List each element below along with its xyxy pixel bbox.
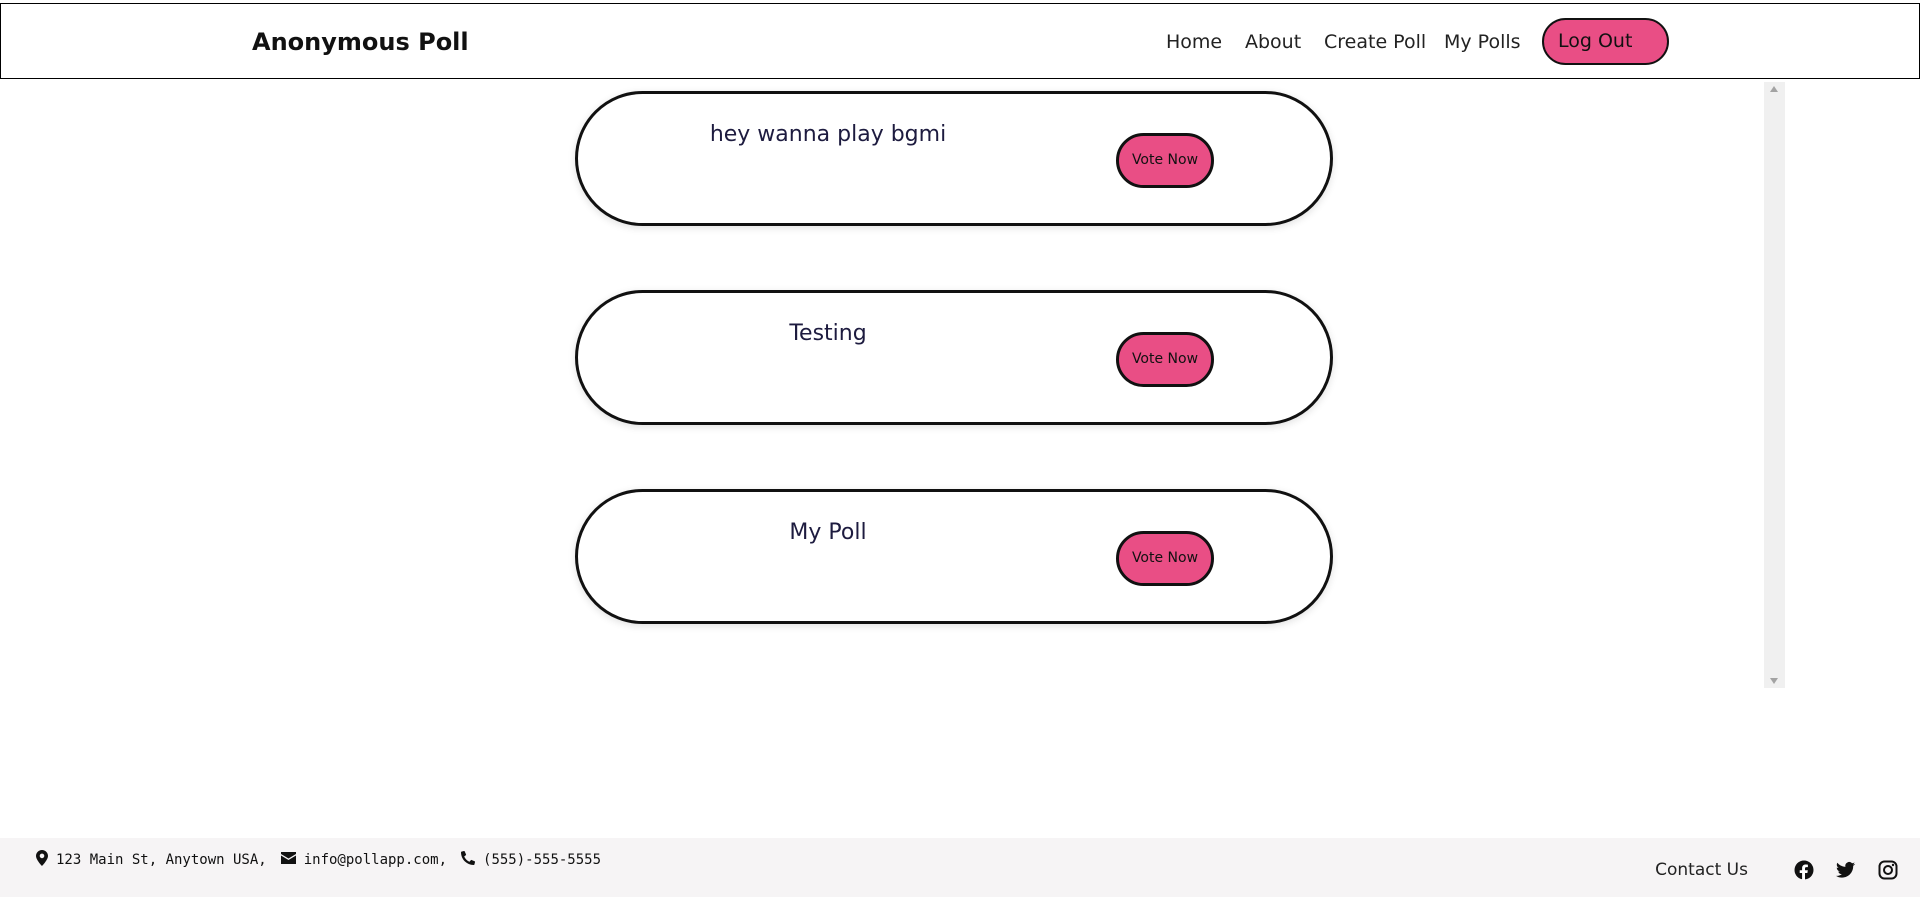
logout-button[interactable]: Log Out (1542, 18, 1669, 65)
map-marker-icon (36, 850, 48, 870)
nav-home[interactable]: Home (1166, 31, 1222, 53)
poll-card: hey wanna play bgmi Vote Now (575, 91, 1333, 226)
footer: 123 Main St, Anytown USA, info@pollapp.c… (0, 838, 1920, 897)
nav-my-polls[interactable]: My Polls (1444, 31, 1521, 53)
nav-about[interactable]: About (1245, 31, 1301, 53)
nav-create-poll[interactable]: Create Poll (1324, 31, 1426, 53)
email-text: info@pollapp.com, (303, 852, 448, 868)
poll-list-scrollbar[interactable] (1764, 82, 1785, 688)
navbar: Anonymous Poll Home About Create Poll My… (0, 3, 1920, 79)
scroll-up-arrow-icon[interactable] (1770, 86, 1778, 92)
contact-info: 123 Main St, Anytown USA, info@pollapp.c… (36, 850, 615, 870)
vote-now-button[interactable]: Vote Now (1116, 531, 1214, 586)
footer-links: Contact Us (1655, 860, 1898, 880)
vote-now-button[interactable]: Vote Now (1116, 133, 1214, 188)
poll-card: Testing Vote Now (575, 290, 1333, 425)
brand-logo[interactable]: Anonymous Poll (252, 28, 469, 56)
address-text: 123 Main St, Anytown USA, (56, 852, 267, 868)
scroll-down-arrow-icon[interactable] (1770, 678, 1778, 684)
phone-icon (461, 850, 476, 869)
poll-card: My Poll Vote Now (575, 489, 1333, 624)
twitter-icon[interactable] (1836, 860, 1856, 880)
phone-text: (555)-555-5555 (483, 852, 602, 868)
facebook-icon[interactable] (1794, 860, 1814, 880)
poll-title: hey wanna play bgmi (709, 122, 947, 147)
vote-now-button[interactable]: Vote Now (1116, 332, 1214, 387)
contact-us-link[interactable]: Contact Us (1655, 860, 1748, 880)
poll-title: Testing (789, 321, 867, 346)
envelope-icon (280, 852, 296, 868)
instagram-icon[interactable] (1878, 860, 1898, 880)
poll-title: My Poll (789, 520, 867, 545)
